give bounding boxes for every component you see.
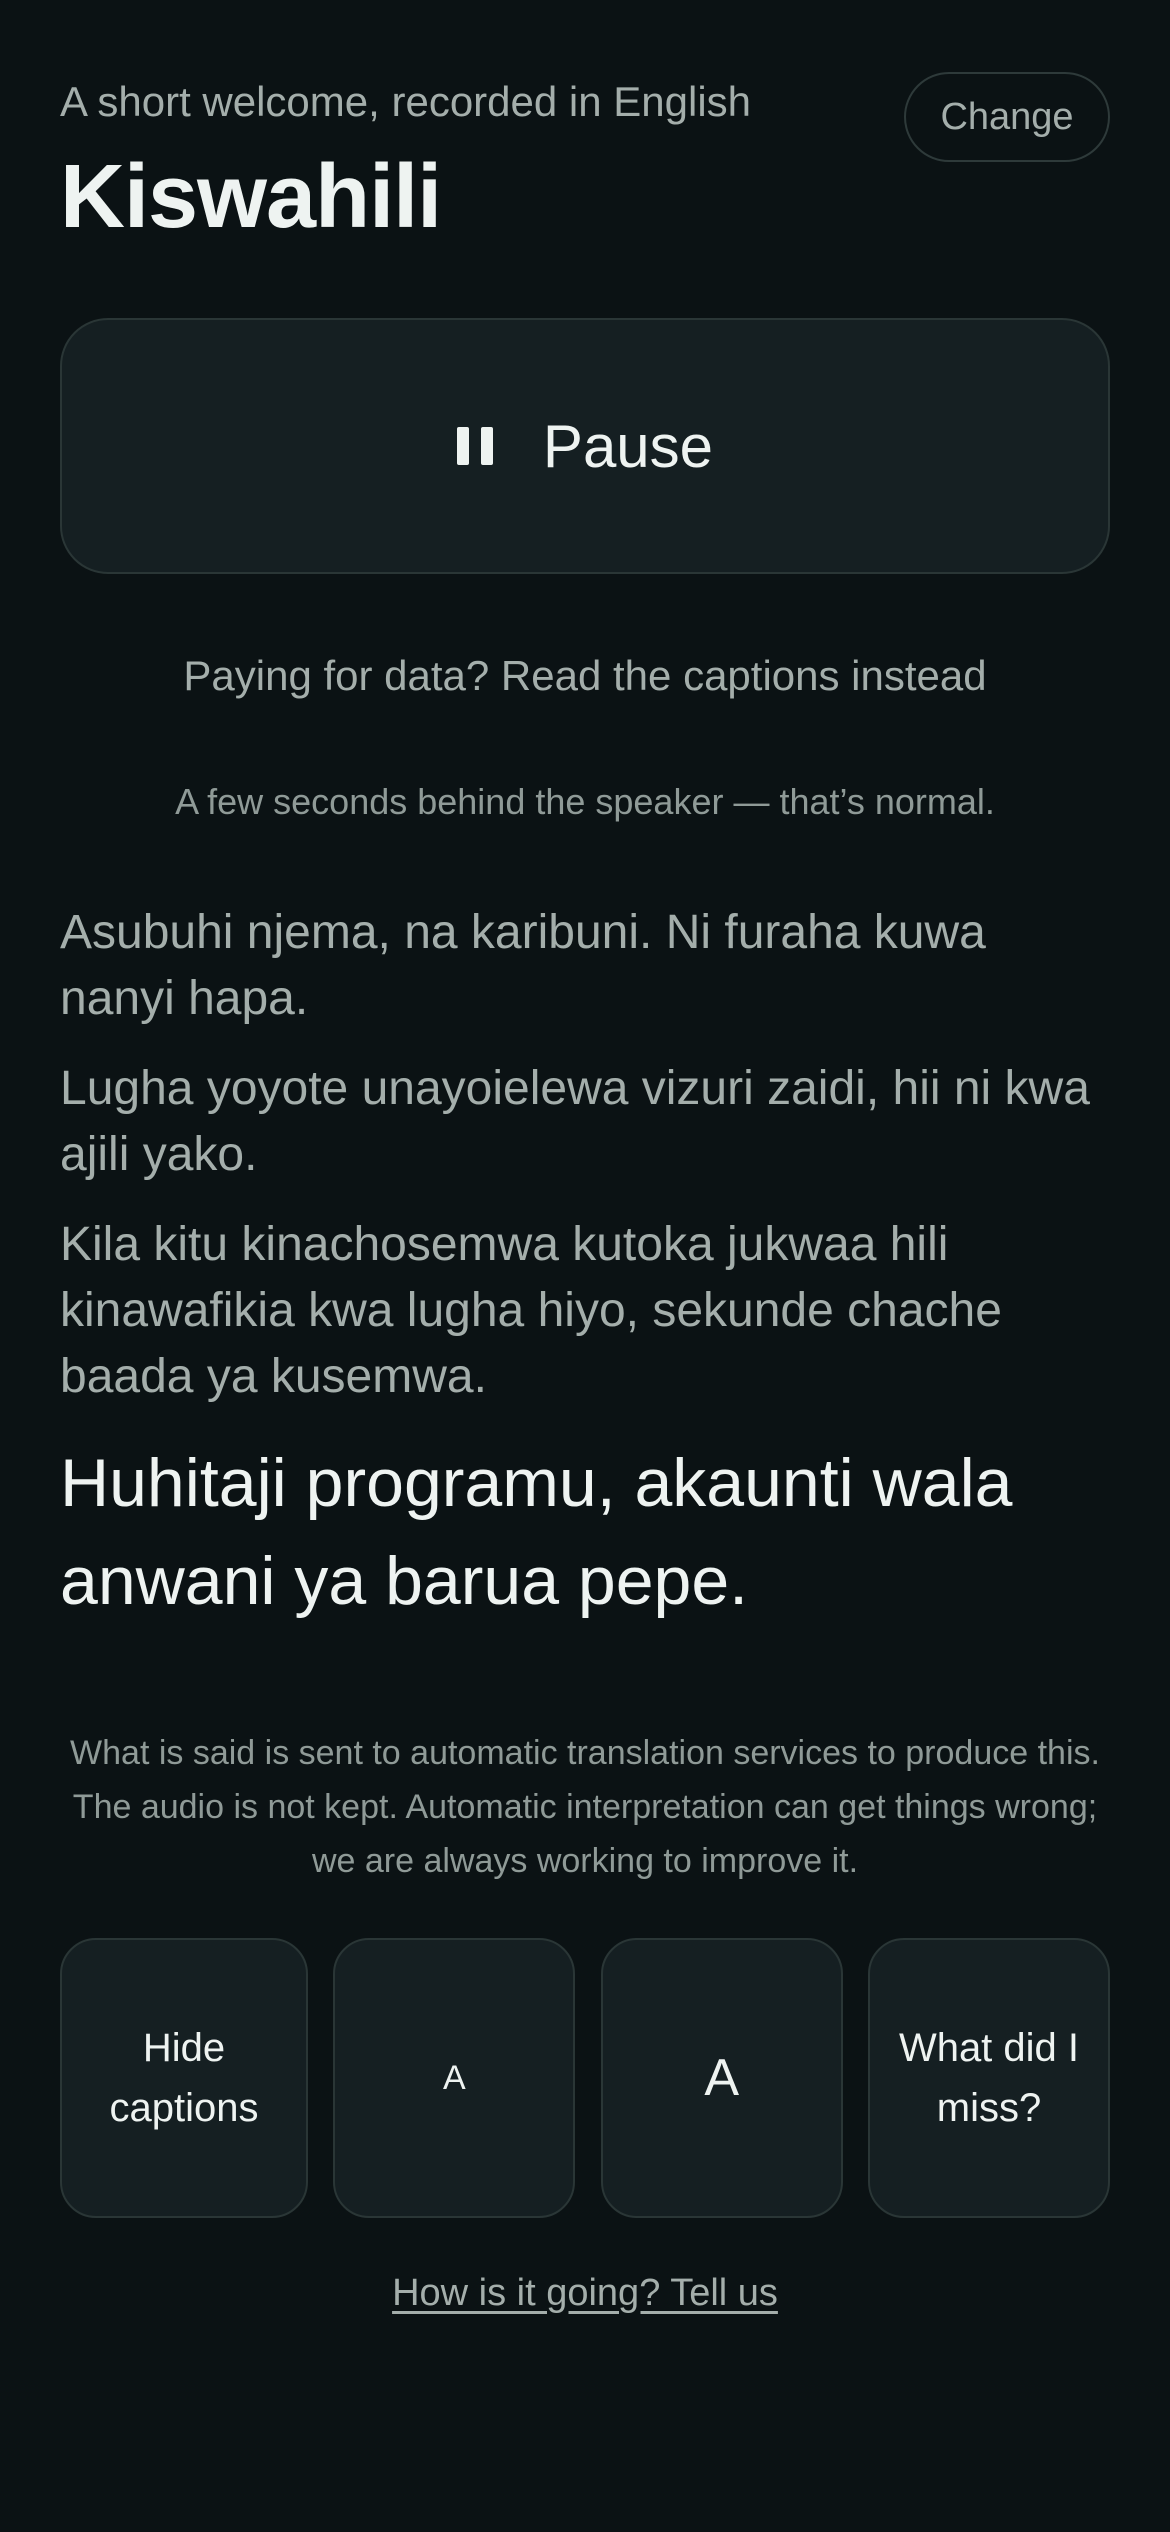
feedback-link[interactable]: How is it going? Tell us [392, 2272, 778, 2314]
delay-note: A few seconds behind the speaker — that’… [175, 781, 995, 822]
pause-icon [456, 426, 493, 466]
hide-captions-label: Hide captions [109, 2026, 259, 2130]
recording-subtitle: A short welcome, recorded in English [60, 78, 752, 125]
increase-text-size-button[interactable]: A [600, 1938, 843, 2218]
caption-line: Lugha yoyote unayoielewa vizuri zaidi, h… [60, 1062, 1090, 1181]
large-a-icon: A [704, 2049, 739, 2107]
feedback-area: How is it going? Tell us [60, 2272, 1110, 2315]
language-title: Kiswahili [60, 147, 442, 247]
pause-label: Pause [542, 412, 714, 480]
what-did-i-miss-label: What did I miss? [898, 2026, 1080, 2130]
current-caption: Huhitaji programu, akaunti wala anwani y… [60, 1445, 1013, 1619]
caption-controls: Hide captions A A What did I miss? [60, 1938, 1110, 2218]
header: A short welcome, recorded in English Kis… [60, 72, 1110, 252]
caption-line: Asubuhi njema, na karibuni. Ni furaha ku… [60, 906, 986, 1025]
caption-line: Kila kitu kinachosemwa kutoka jukwaa hil… [60, 1218, 1002, 1403]
captions-panel: Asubuhi njema, na karibuni. Ni furaha ku… [60, 900, 1110, 1654]
data-saving-note: Paying for data? Read the captions inste… [183, 652, 987, 699]
what-did-i-miss-button[interactable]: What did I miss? [867, 1938, 1110, 2218]
hide-captions-button[interactable]: Hide captions [60, 1938, 308, 2218]
change-language-button[interactable]: Change [904, 72, 1110, 162]
decrease-text-size-button[interactable]: A [333, 1938, 576, 2218]
small-a-icon: A [442, 2058, 466, 2097]
pause-button[interactable]: Pause [60, 318, 1110, 574]
privacy-disclaimer: What is said is sent to automatic transl… [70, 1734, 1100, 1880]
